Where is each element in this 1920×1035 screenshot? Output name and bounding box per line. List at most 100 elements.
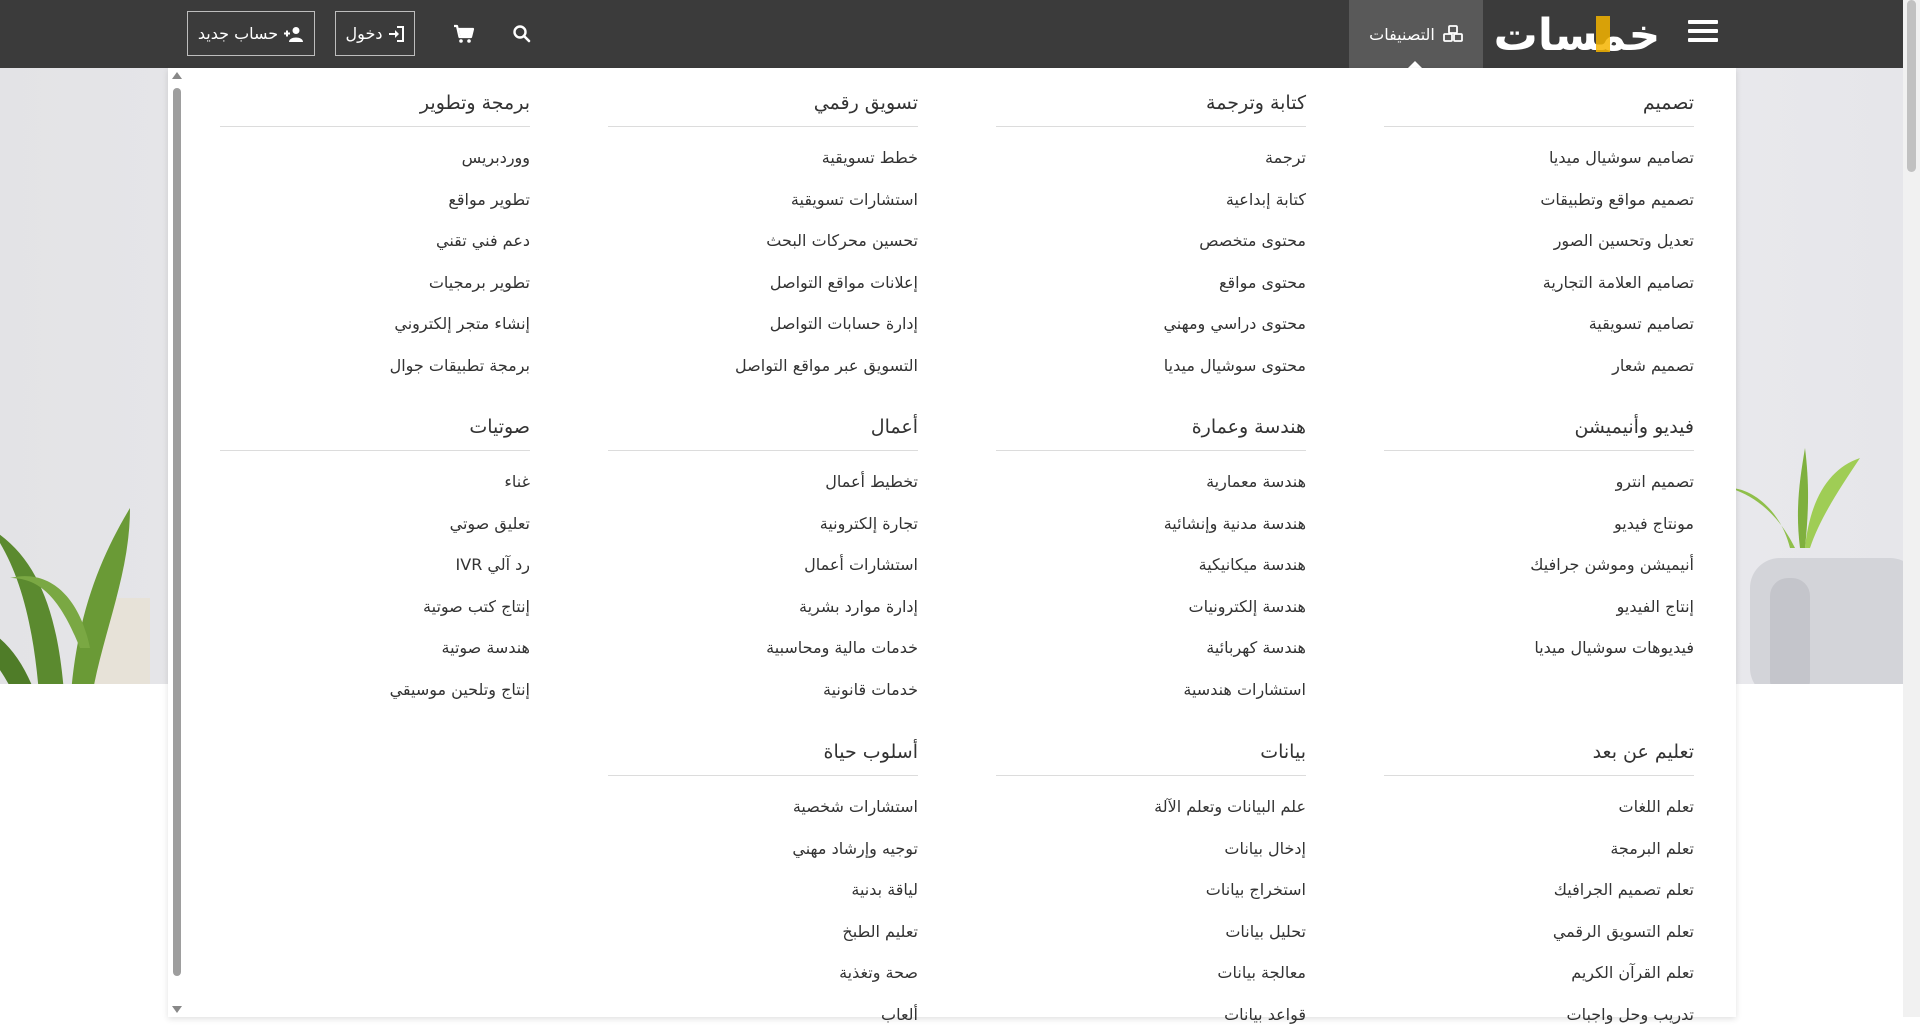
categories-toggle[interactable]: التصنيفات — [1349, 0, 1483, 68]
category-title[interactable]: كتابة وترجمة — [996, 90, 1306, 127]
subcategory-link[interactable]: تصميم مواقع وتطبيقات — [1384, 179, 1694, 221]
subcategory-link[interactable]: رد آلي IVR — [220, 544, 530, 586]
cubes-icon — [1443, 25, 1463, 43]
subcategory-link[interactable]: تعلم اللغات — [1384, 786, 1694, 828]
subcategory-link[interactable]: هندسة إلكترونيات — [996, 586, 1306, 628]
category-title[interactable]: أسلوب حياة — [608, 739, 918, 776]
subcategory-link[interactable]: استشارات أعمال — [608, 544, 918, 586]
login-label: دخول — [346, 24, 383, 43]
subcategory-link[interactable]: تصاميم سوشيال ميديا — [1384, 137, 1694, 179]
category-title[interactable]: تسويق رقمي — [608, 90, 918, 127]
subcategory-link[interactable]: أنيميشن وموشن جرافيك — [1384, 544, 1694, 586]
category-block: تصميم تصاميم سوشيال ميدياتصميم مواقع وتطب… — [1384, 90, 1694, 386]
subcategory-link[interactable]: تعليم الطبخ — [608, 911, 918, 953]
dropdown-scrollbar[interactable] — [168, 68, 186, 1017]
subcategory-link[interactable]: خدمات قانونية — [608, 669, 918, 711]
subcategory-link[interactable]: إدخال بيانات — [996, 828, 1306, 870]
category-block: هندسة وعمارة هندسة معماريةهندسة مدنية وإن… — [996, 414, 1306, 710]
categories-label: التصنيفات — [1369, 25, 1435, 44]
category-title[interactable]: صوتيات — [220, 414, 530, 451]
subcategory-link[interactable]: هندسة معمارية — [996, 461, 1306, 503]
page-scroll-thumb[interactable] — [1907, 0, 1916, 172]
brand-logo[interactable]: خمسات — [1492, 8, 1662, 60]
subcategory-link[interactable]: هندسة صوتية — [220, 627, 530, 669]
subcategory-link[interactable]: استشارات تسويقية — [608, 179, 918, 221]
subcategory-link[interactable]: إدارة موارد بشرية — [608, 586, 918, 628]
subcategory-link[interactable]: تعلم التسويق الرقمي — [1384, 911, 1694, 953]
subcategory-link[interactable]: إدارة حسابات التواصل — [608, 303, 918, 345]
search-icon[interactable] — [510, 22, 534, 46]
subcategory-link[interactable]: دعم فني تقني — [220, 220, 530, 262]
page-scrollbar[interactable] — [1903, 0, 1920, 1017]
subcategory-link[interactable]: كتابة إبداعية — [996, 179, 1306, 221]
category-title[interactable]: تعليم عن بعد — [1384, 739, 1694, 776]
subcategory-link[interactable]: علم البيانات وتعلم الآلة — [996, 786, 1306, 828]
subcategory-link[interactable]: تجارة إلكترونية — [608, 503, 918, 545]
cart-icon[interactable] — [452, 22, 476, 46]
scroll-thumb[interactable] — [173, 88, 181, 976]
subcategory-link[interactable]: تعلم البرمجة — [1384, 828, 1694, 870]
category-block: تسويق رقمي خطط تسويقيةاستشارات تسويقيةتحس… — [608, 90, 918, 386]
subcategory-link[interactable]: خدمات مالية ومحاسبية — [608, 627, 918, 669]
subcategory-link[interactable]: هندسة ميكانيكية — [996, 544, 1306, 586]
subcategory-link[interactable]: تصميم انترو — [1384, 461, 1694, 503]
subcategory-link[interactable]: إنتاج الفيديو — [1384, 586, 1694, 628]
subcategory-link[interactable]: ووردبريس — [220, 137, 530, 179]
subcategory-link[interactable]: إنتاج كتب صوتية — [220, 586, 530, 628]
category-title[interactable]: هندسة وعمارة — [996, 414, 1306, 451]
register-button[interactable]: حساب جديد — [187, 11, 315, 56]
subcategory-link[interactable]: خطط تسويقية — [608, 137, 918, 179]
category-title[interactable]: أعمال — [608, 414, 918, 451]
subcategory-link[interactable]: تعديل وتحسين الصور — [1384, 220, 1694, 262]
subcategory-link[interactable]: تعلم تصميم الجرافيك — [1384, 869, 1694, 911]
subcategory-link[interactable]: استشارات هندسية — [996, 669, 1306, 711]
subcategory-link[interactable]: محتوى مواقع — [996, 262, 1306, 304]
category-title[interactable]: تصميم — [1384, 90, 1694, 127]
subcategory-link[interactable]: تعليق صوتي — [220, 503, 530, 545]
hamburger-menu-icon[interactable] — [1688, 20, 1718, 48]
svg-text:خمسات: خمسات — [1494, 10, 1661, 60]
subcategory-link[interactable]: إنتاج وتلحين موسيقي — [220, 669, 530, 711]
subcategory-link[interactable]: قواعد بيانات — [996, 994, 1306, 1035]
subcategory-link[interactable]: غناء — [220, 461, 530, 503]
subcategory-link[interactable]: تصاميم العلامة التجارية — [1384, 262, 1694, 304]
subcategory-link[interactable]: تطوير برمجيات — [220, 262, 530, 304]
subcategory-link[interactable]: تعلم القرآن الكريم — [1384, 952, 1694, 994]
subcategory-link[interactable]: مونتاج فيديو — [1384, 503, 1694, 545]
category-title[interactable]: برمجة وتطوير — [220, 90, 530, 127]
subcategory-link[interactable]: برمجة تطبيقات جوال — [220, 345, 530, 387]
login-button[interactable]: دخول — [335, 11, 415, 56]
scroll-down-arrow-icon[interactable] — [172, 1006, 182, 1013]
subcategory-link[interactable]: توجيه وإرشاد مهني — [608, 828, 918, 870]
subcategory-link[interactable]: تصميم شعار — [1384, 345, 1694, 387]
subcategory-link[interactable]: محتوى متخصص — [996, 220, 1306, 262]
subcategory-link[interactable]: تحليل بيانات — [996, 911, 1306, 953]
subcategory-link[interactable]: تحسين محركات البحث — [608, 220, 918, 262]
category-title[interactable]: بيانات — [996, 739, 1306, 776]
subcategory-link[interactable]: هندسة كهربائية — [996, 627, 1306, 669]
sign-in-icon — [388, 26, 404, 42]
subcategory-link[interactable]: تدريب وحل واجبات — [1384, 994, 1694, 1035]
subcategory-link[interactable]: إنشاء متجر إلكتروني — [220, 303, 530, 345]
subcategory-link[interactable]: ألعاب — [608, 994, 918, 1035]
subcategory-link[interactable]: إعلانات مواقع التواصل — [608, 262, 918, 304]
subcategory-link[interactable]: التسويق عبر مواقع التواصل — [608, 345, 918, 387]
subcategory-link[interactable]: هندسة مدنية وإنشائية — [996, 503, 1306, 545]
scroll-up-arrow-icon[interactable] — [172, 72, 182, 79]
subcategory-link[interactable]: صحة وتغذية — [608, 952, 918, 994]
register-label: حساب جديد — [198, 24, 278, 43]
plant-image-right — [1710, 408, 1910, 684]
subcategory-link[interactable]: محتوى دراسي ومهني — [996, 303, 1306, 345]
subcategory-link[interactable]: تصاميم تسويقية — [1384, 303, 1694, 345]
subcategory-link[interactable]: ترجمة — [996, 137, 1306, 179]
category-title[interactable]: فيديو وأنيميشن — [1384, 414, 1694, 451]
subcategory-link[interactable]: تطوير مواقع — [220, 179, 530, 221]
subcategory-link[interactable]: تخطيط أعمال — [608, 461, 918, 503]
subcategory-link[interactable]: لياقة بدنية — [608, 869, 918, 911]
subcategory-link[interactable]: محتوى سوشيال ميديا — [996, 345, 1306, 387]
category-block: أسلوب حياة استشارات شخصيةتوجيه وإرشاد مهن… — [608, 739, 918, 1035]
subcategory-link[interactable]: فيديوهات سوشيال ميديا — [1384, 627, 1694, 669]
subcategory-link[interactable]: استشارات شخصية — [608, 786, 918, 828]
subcategory-link[interactable]: استخراج بيانات — [996, 869, 1306, 911]
subcategory-link[interactable]: معالجة بيانات — [996, 952, 1306, 994]
